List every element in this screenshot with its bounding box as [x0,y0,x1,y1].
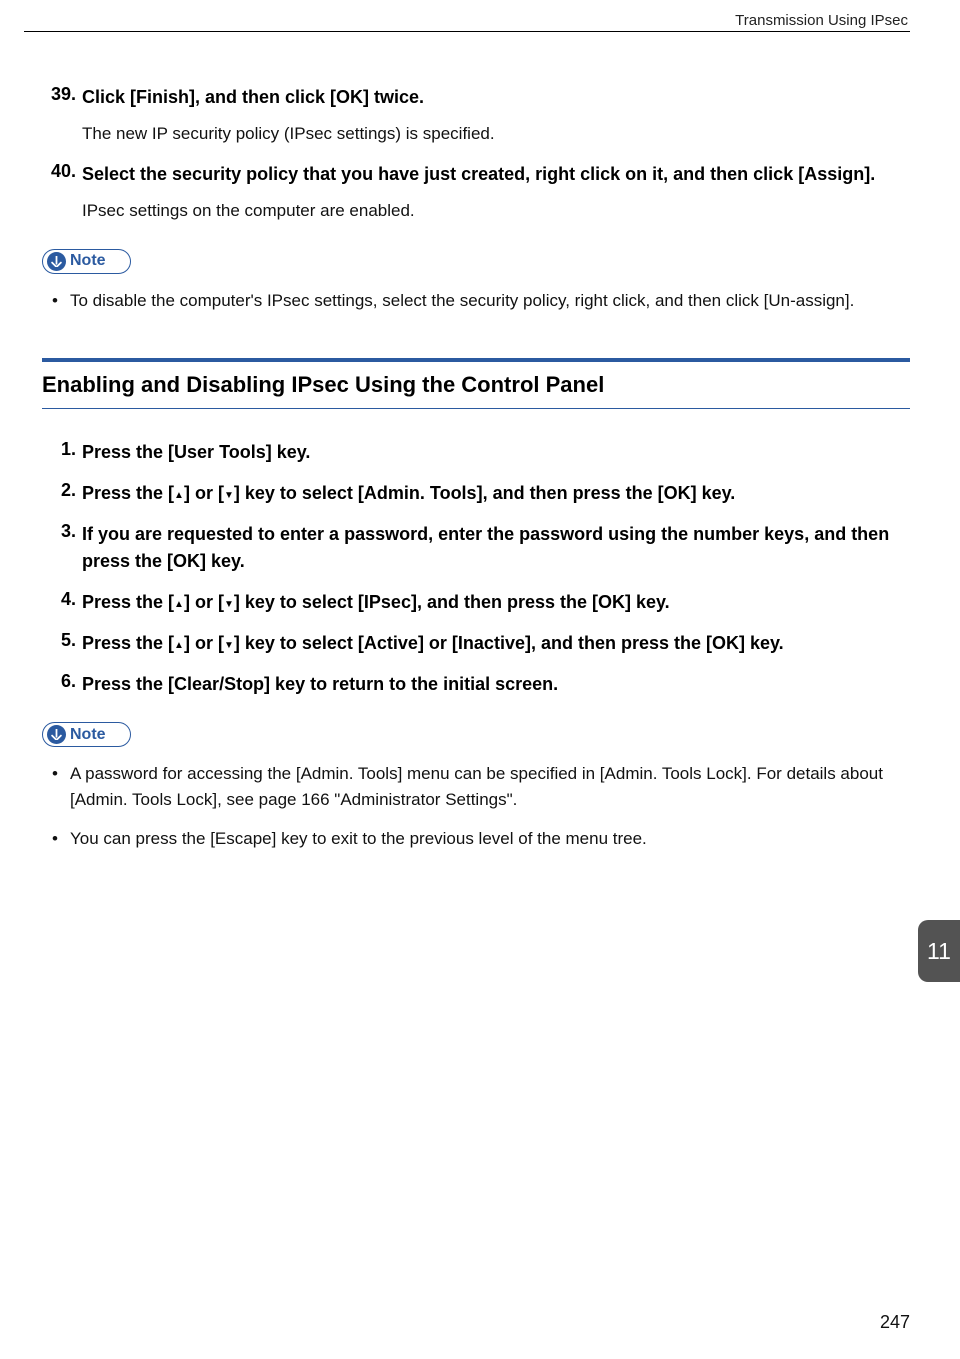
chapter-tab: 11 [918,920,960,982]
step-2: 2. Press the [▲] or [▼] key to select [A… [42,480,910,507]
t: ] key to select [IPsec], and then press … [234,592,670,612]
t: ] key to select [Admin. Tools], and then… [234,483,735,503]
step-number: 40. [42,161,76,182]
step-5: 5. Press the [▲] or [▼] key to select [A… [42,630,910,657]
up-arrow-icon: ▲ [174,638,184,653]
step-bold: Press the [Clear/Stop] key to return to … [82,671,910,698]
steps-list-section: 1. Press the [User Tools] key. 2. Press … [42,439,910,698]
down-arrow-icon: ▼ [224,488,234,503]
up-arrow-icon: ▲ [174,488,184,503]
section: Enabling and Disabling IPsec Using the C… [42,358,910,852]
step-bold: Press the [▲] or [▼] key to select [Acti… [82,630,910,657]
step-bold: If you are requested to enter a password… [82,521,910,575]
note-item: To disable the computer's IPsec settings… [70,288,910,314]
down-arrow-icon: ▼ [224,597,234,612]
up-arrow-icon: ▲ [174,597,184,612]
step-3: 3. If you are requested to enter a passw… [42,521,910,575]
arrow-down-icon [47,252,66,271]
content-area: 39. Click [Finish], and then click [OK] … [24,84,910,852]
section-title-wrap: Enabling and Disabling IPsec Using the C… [42,358,910,409]
step-bold: Press the [▲] or [▼] key to select [IPse… [82,589,910,616]
running-head: Transmission Using IPsec [24,12,910,29]
t: Press the [ [82,633,174,653]
t: Press the [ [82,483,174,503]
step-bold: Select the security policy that you have… [82,161,910,188]
note-label: Note [70,726,106,744]
step-39: 39. Click [Finish], and then click [OK] … [42,84,910,147]
note-item: A password for accessing the [Admin. Too… [70,761,910,814]
step-bold: Click [Finish], and then click [OK] twic… [82,84,910,111]
note-callout: Note [42,722,131,747]
section-title: Enabling and Disabling IPsec Using the C… [42,372,910,398]
page-number: 247 [880,1312,910,1333]
step-plain: IPsec settings on the computer are enabl… [82,198,910,224]
t: ] or [ [184,592,224,612]
t: Press the [ [82,592,174,612]
step-6: 6. Press the [Clear/Stop] key to return … [42,671,910,698]
t: ] or [ [184,483,224,503]
step-40: 40. Select the security policy that you … [42,161,910,224]
step-bold: Press the [▲] or [▼] key to select [Admi… [82,480,910,507]
page: Transmission Using IPsec 39. Click [Fini… [0,0,960,1359]
step-1: 1. Press the [User Tools] key. [42,439,910,466]
step-bold: Press the [User Tools] key. [82,439,910,466]
step-4: 4. Press the [▲] or [▼] key to select [I… [42,589,910,616]
arrow-down-icon [47,725,66,744]
note-callout: Note [42,249,131,274]
step-number: 3. [42,521,76,542]
step-number: 5. [42,630,76,651]
step-number: 39. [42,84,76,105]
down-arrow-icon: ▼ [224,638,234,653]
note-item: You can press the [Escape] key to exit t… [70,826,910,852]
step-number: 2. [42,480,76,501]
t: ] or [ [184,633,224,653]
t: ] key to select [Active] or [Inactive], … [234,633,784,653]
steps-list-top: 39. Click [Finish], and then click [OK] … [42,84,910,225]
step-number: 6. [42,671,76,692]
note-bullets-b: A password for accessing the [Admin. Too… [42,761,910,852]
step-number: 1. [42,439,76,460]
note-bullets-a: To disable the computer's IPsec settings… [42,288,910,314]
header-rule [24,31,910,32]
step-number: 4. [42,589,76,610]
step-plain: The new IP security policy (IPsec settin… [82,121,910,147]
note-label: Note [70,252,106,270]
